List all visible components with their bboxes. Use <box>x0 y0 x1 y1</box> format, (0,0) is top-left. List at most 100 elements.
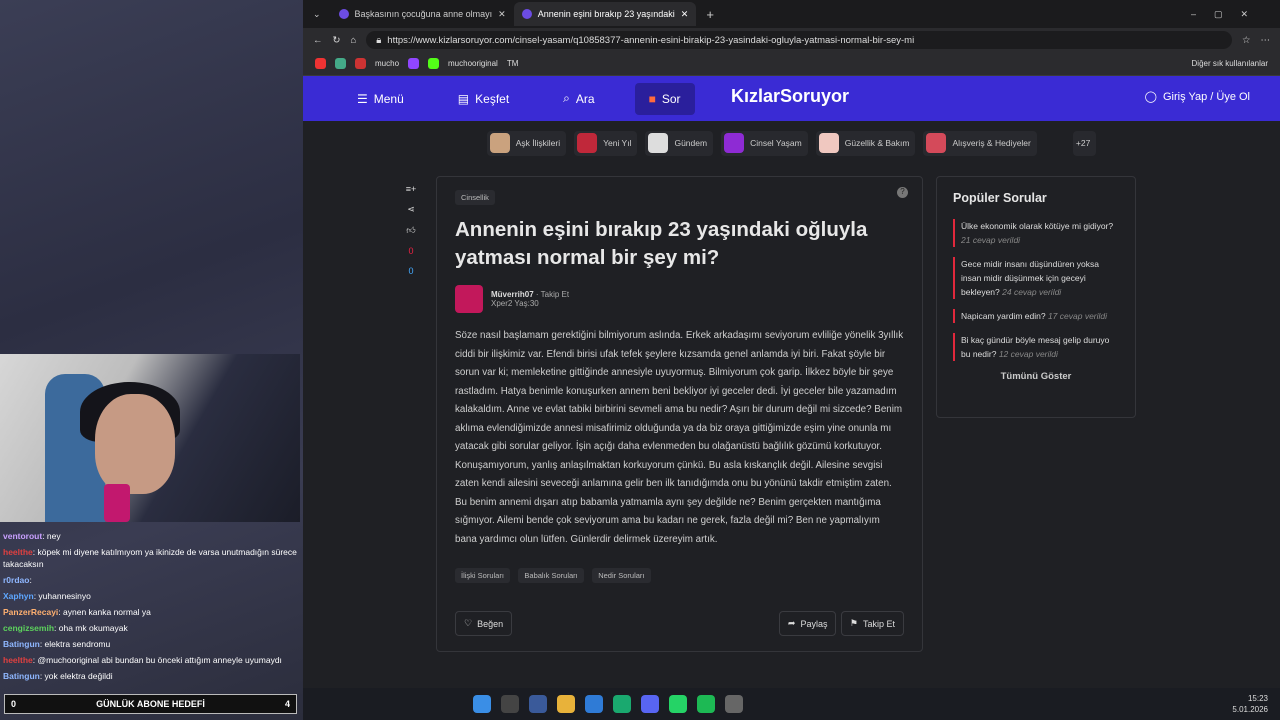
tag[interactable]: Babalık Soruları <box>518 568 584 583</box>
share-icon[interactable]: ⋖ <box>407 204 415 215</box>
more-categories[interactable]: +27 <box>1072 130 1097 156</box>
refresh-icon[interactable]: ↻ <box>333 35 341 46</box>
chat-username[interactable]: PanzerRecayi <box>3 607 58 617</box>
author-meta: Xper2 Yaş:30 <box>491 299 539 308</box>
ask-icon: ■ <box>648 91 656 106</box>
avatar[interactable] <box>455 285 483 313</box>
menu-icon: ☰ <box>357 91 368 106</box>
category-chip[interactable]: Alışveriş & Hediyeler <box>923 130 1037 156</box>
other-favorites[interactable]: Diğer sık kullanılanlar <box>1192 59 1268 68</box>
window-controls[interactable]: –▢✕ <box>1177 9 1280 20</box>
steam-icon[interactable] <box>529 695 547 713</box>
question-body: Söze nasıl başlamam gerektiğini bilmiyor… <box>455 330 904 545</box>
category-tag[interactable]: Cinsellik <box>455 190 495 205</box>
site-navbar: ☰ Menü ▤ Keşfet ⌕ Ara ■ Sor KızlarSoruyor ◯ G… <box>303 76 1280 121</box>
author-name[interactable]: Müverrih07 <box>491 290 534 299</box>
search-button[interactable]: ⌕ Ara <box>549 83 608 115</box>
chat-text: : ney <box>42 531 61 541</box>
category-chip[interactable]: Yeni Yıl <box>574 130 638 156</box>
answer-count: 24 cevap verildi <box>1002 287 1062 297</box>
tag[interactable]: Nedir Soruları <box>592 568 651 583</box>
category-icon <box>724 133 745 153</box>
streamer-face <box>95 394 175 494</box>
chat-text: : @muchooriginal abi bundan bu önceki at… <box>32 655 282 665</box>
spotify-icon[interactable] <box>697 695 715 713</box>
popular-item[interactable]: Gece midir insanı düşündüren yoksa insan… <box>953 257 1119 299</box>
category-chip[interactable]: Güzellik & Bakım <box>815 130 916 156</box>
site-logo[interactable]: KızlarSoruyor <box>731 86 849 107</box>
windows-start-icon[interactable] <box>473 695 491 713</box>
chat-username[interactable]: Batingun <box>3 639 40 649</box>
heart-icon: ♡ <box>464 618 473 628</box>
chat-username[interactable]: heelthe <box>3 547 33 557</box>
star-icon[interactable]: ☆ <box>1242 35 1251 46</box>
like-button[interactable]: ♡ Beğen <box>455 611 513 636</box>
favorite-mucho[interactable]: mucho <box>375 59 399 68</box>
follow-link[interactable]: Takip Et <box>541 290 569 299</box>
store-icon[interactable] <box>585 695 603 713</box>
popular-item[interactable]: Napicam yardim edin? 17 cevap verildi <box>953 309 1119 323</box>
chat-username[interactable]: Batingun <box>3 671 40 681</box>
favorite-tm[interactable]: TM <box>507 59 519 68</box>
help-icon[interactable]: ? <box>897 187 908 198</box>
chat-username[interactable]: cengizsemih <box>3 623 54 633</box>
chat-username[interactable]: r0rdao <box>3 575 29 585</box>
menu-button[interactable]: ☰ Menü <box>343 83 418 115</box>
category-icon <box>489 133 510 153</box>
close-icon[interactable]: ✕ <box>681 9 689 20</box>
category-chip[interactable]: Aşk İlişkileri <box>486 130 567 156</box>
answer-count: 12 cevap verildi <box>998 349 1058 359</box>
folder-icon[interactable] <box>557 695 575 713</box>
tab-2[interactable]: Annenin eşini bırakıp 23 yaşındaki ✕ <box>513 2 697 26</box>
category-chip[interactable]: Cinsel Yaşam <box>721 130 808 156</box>
lock-icon: 🔒︎ <box>376 34 382 46</box>
popular-list: Ülke ekonomik olarak kötüye mi gidiyor? … <box>953 219 1119 361</box>
category-icon <box>818 133 839 153</box>
favorite-icon[interactable] <box>335 58 346 69</box>
category-label: Güzellik & Bakım <box>844 138 910 148</box>
add-list-icon[interactable]: ≡+ <box>406 184 417 194</box>
chat-username[interactable]: Xaphyn <box>3 591 34 601</box>
popular-item[interactable]: Ülke ekonomik olarak kötüye mi gidiyor? … <box>953 219 1119 247</box>
tag[interactable]: İlişki Soruları <box>455 568 510 583</box>
chat-message: heelthe: @muchooriginal abi bundan bu ön… <box>0 652 300 668</box>
home-icon[interactable]: ⌂ <box>350 35 356 46</box>
youtube-icon[interactable] <box>355 58 366 69</box>
follow-button[interactable]: ⚑ Takip Et <box>840 611 904 636</box>
chat-text: : elektra sendromu <box>39 639 111 649</box>
vote-count-up: 0 <box>408 246 414 256</box>
tab-strip: ⌄ Başkasının çocuğuna anne olmayı ✕ Annen… <box>303 0 1280 28</box>
category-chip[interactable]: Gündem <box>645 130 714 156</box>
tab-1[interactable]: Başkasının çocuğuna anne olmayı ✕ <box>331 2 514 26</box>
more-icon[interactable]: ⋯ <box>1261 35 1271 46</box>
like-icon[interactable]: 👍︎ <box>406 225 415 236</box>
chat-username[interactable]: heelthe <box>3 655 33 665</box>
share-button[interactable]: ➦ Paylaş <box>778 611 837 636</box>
close-icon[interactable]: ✕ <box>498 9 506 20</box>
popular-item[interactable]: Bi kaç gündür böyle mesaj gelip duruyo b… <box>953 333 1119 361</box>
chat-text: : oha mk okumayak <box>54 623 128 633</box>
discord-icon[interactable] <box>641 695 659 713</box>
back-icon[interactable]: ← <box>313 35 323 46</box>
login-label: Giriş Yap / Üye Ol <box>1162 90 1250 103</box>
tab-menu-icon[interactable]: ⌄ <box>303 9 331 20</box>
login-button[interactable]: ◯ Giriş Yap / Üye Ol <box>1145 90 1250 104</box>
chat-username[interactable]: ventorout <box>3 531 42 541</box>
system-clock[interactable]: 15:23 5.01.2026 <box>1232 693 1268 715</box>
favorite-icon[interactable] <box>315 58 326 69</box>
obs-icon[interactable] <box>725 695 743 713</box>
ask-button[interactable]: ■ Sor <box>634 82 695 115</box>
new-tab-icon[interactable]: + <box>696 7 724 22</box>
edge-icon[interactable] <box>613 695 631 713</box>
kick-icon[interactable] <box>428 58 440 69</box>
twitch-icon[interactable] <box>408 58 420 69</box>
webcam-feed <box>0 354 300 522</box>
whatsapp-icon[interactable] <box>669 695 687 713</box>
url-field[interactable]: 🔒︎ https://www.kizlarsoruyor.com/cinsel-y… <box>366 31 1232 49</box>
site-favicon-icon <box>521 9 532 19</box>
search-label: Ara <box>575 91 595 106</box>
favorite-muchooriginal[interactable]: muchooriginal <box>448 59 498 68</box>
search-icon[interactable] <box>501 695 519 713</box>
show-all-link[interactable]: Tümünü Göster <box>953 371 1119 382</box>
explore-button[interactable]: ▤ Keşfet <box>444 83 523 115</box>
